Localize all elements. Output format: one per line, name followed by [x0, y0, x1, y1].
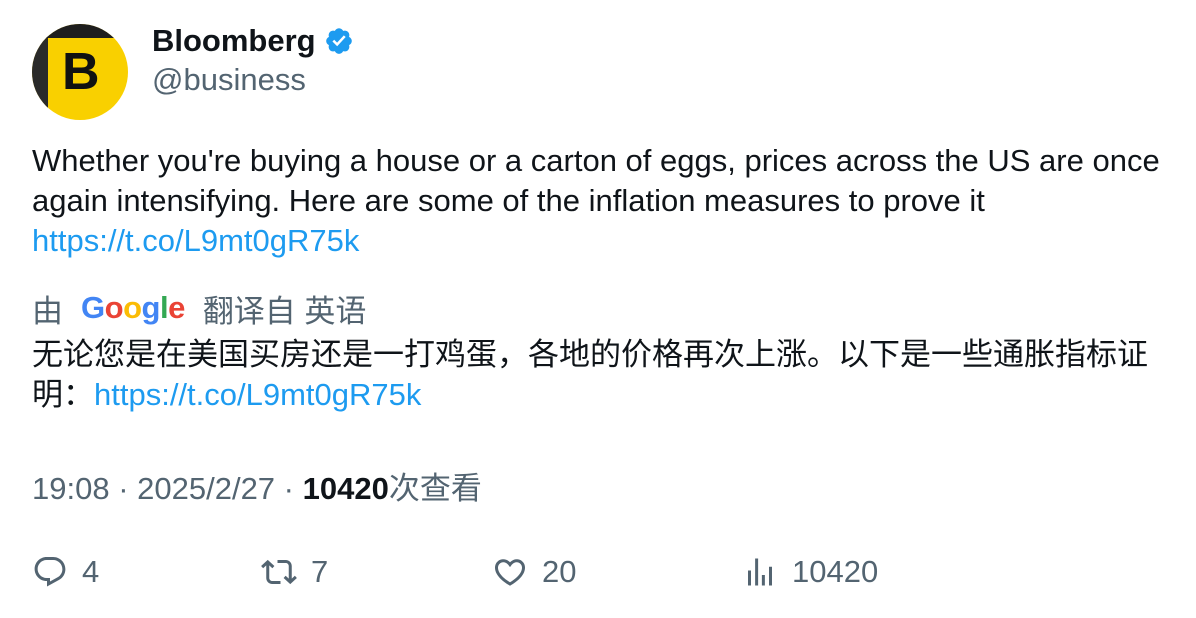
google-logo: Google: [81, 290, 185, 325]
tweet-text: Whether you're buying a house or a carto…: [32, 141, 1162, 261]
tweet-meta: 19:08 · 2025/2/27 · 10420次查看: [32, 463, 482, 508]
avatar-shade: [32, 24, 48, 120]
reply-button[interactable]: 4: [32, 550, 99, 594]
display-name[interactable]: Bloomberg: [152, 23, 316, 59]
tweet-body: Whether you're buying a house or a carto…: [32, 143, 1160, 218]
avatar[interactable]: B: [32, 24, 128, 120]
retweet-icon: [261, 559, 297, 585]
tweet-time[interactable]: 19:08: [32, 471, 110, 506]
verified-badge-icon: [325, 28, 352, 54]
tweet-date[interactable]: 2025/2/27: [137, 471, 275, 506]
meta-separator: ·: [275, 471, 303, 506]
views-button[interactable]: 10420: [742, 550, 878, 594]
like-icon: [494, 559, 526, 586]
action-bar: 4 7 20 10420: [0, 550, 1196, 594]
translation-attribution: 由 Google 翻译自 英语: [32, 287, 366, 329]
translation-prefix: 由: [32, 293, 63, 329]
translated-link[interactable]: https://t.co/L9mt0gR75k: [94, 377, 421, 412]
avatar-top: [32, 24, 128, 38]
views-label: 次查看: [388, 471, 482, 506]
like-count: 20: [542, 554, 577, 589]
translation-suffix: 翻译自 英语: [202, 293, 367, 329]
author-name-row: Bloomberg: [152, 22, 354, 60]
like-button[interactable]: 20: [492, 550, 576, 594]
tweet-link[interactable]: https://t.co/L9mt0gR75k: [32, 223, 359, 258]
views-count: 10420: [302, 471, 389, 506]
reply-icon: [34, 557, 66, 587]
retweet-button[interactable]: 7: [261, 550, 328, 594]
views-icon: [748, 558, 772, 586]
author-handle[interactable]: @business: [152, 62, 306, 98]
reply-count: 4: [82, 554, 100, 589]
views-total: 10420: [792, 554, 879, 589]
translated-text: 无论您是在美国买房还是一打鸡蛋，各地的价格再次上涨。以下是一些通胀指标证明：ht…: [32, 335, 1167, 415]
meta-separator: ·: [109, 471, 138, 506]
retweet-count: 7: [311, 554, 329, 589]
avatar-letter: B: [62, 43, 100, 101]
